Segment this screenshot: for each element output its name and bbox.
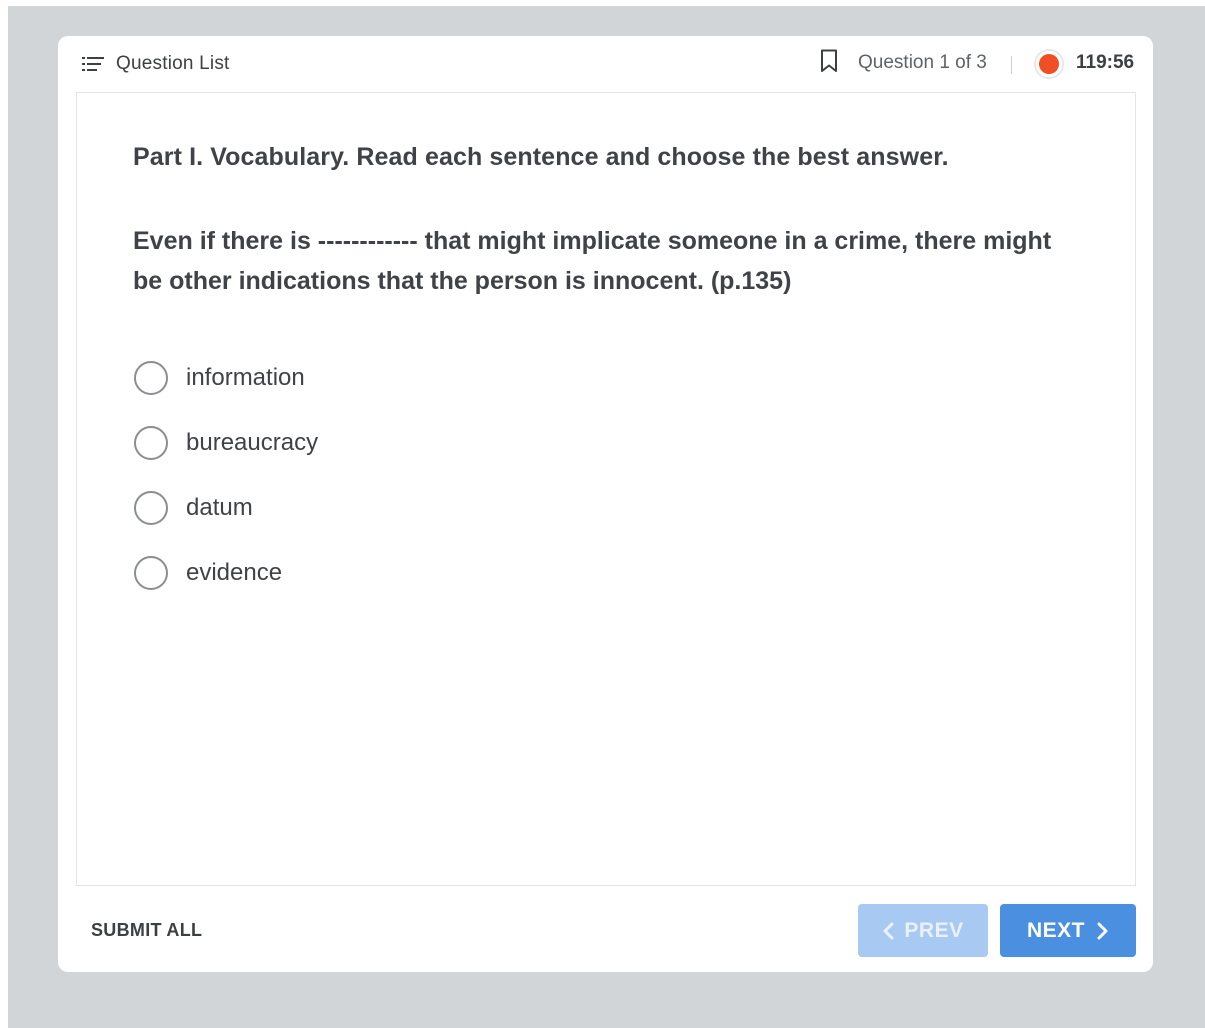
quiz-footer: SUBMIT ALL PREV NEXT: [58, 886, 1153, 972]
submit-all-button[interactable]: SUBMIT ALL: [91, 920, 202, 941]
timer: 119:56: [1076, 52, 1135, 73]
record-dot-icon: [1034, 49, 1064, 79]
radio-button[interactable]: [134, 555, 168, 590]
option-label: evidence: [186, 558, 283, 586]
prev-label: PREV: [904, 918, 964, 942]
answer-options: information bureaucracy datum evidence: [134, 345, 318, 605]
question-panel: Part I. Vocabulary. Read each sentence a…: [76, 92, 1136, 886]
option-label: datum: [186, 493, 253, 521]
option-label: information: [186, 363, 305, 391]
chevron-left-icon: [882, 922, 904, 940]
next-button[interactable]: NEXT: [1000, 904, 1136, 957]
question-counter: Question 1 of 3: [858, 52, 987, 73]
header-divider: [1011, 56, 1012, 74]
option-label: bureaucracy: [186, 428, 319, 456]
answer-option[interactable]: bureaucracy: [134, 410, 318, 475]
radio-button[interactable]: [134, 425, 168, 460]
question-list-button[interactable]: Question List: [82, 52, 230, 76]
chevron-right-icon: [1085, 922, 1109, 940]
answer-option[interactable]: evidence: [134, 540, 318, 605]
radio-button[interactable]: [134, 490, 168, 525]
radio-button[interactable]: [134, 360, 168, 395]
quiz-card: Question List Question 1 of 3 119:56 Par…: [58, 36, 1153, 972]
answer-option[interactable]: datum: [134, 475, 318, 540]
bookmark-icon[interactable]: [820, 49, 838, 78]
prev-button[interactable]: PREV: [858, 904, 988, 957]
next-label: NEXT: [1026, 918, 1085, 942]
question-text: Even if there is ------------ that might…: [133, 227, 1052, 295]
answer-option[interactable]: information: [134, 345, 318, 410]
part-title: Part I. Vocabulary. Read each sentence a…: [133, 143, 949, 171]
list-icon: [82, 56, 104, 72]
question-list-label: Question List: [116, 53, 230, 74]
quiz-header: Question List Question 1 of 3 119:56: [58, 36, 1153, 92]
